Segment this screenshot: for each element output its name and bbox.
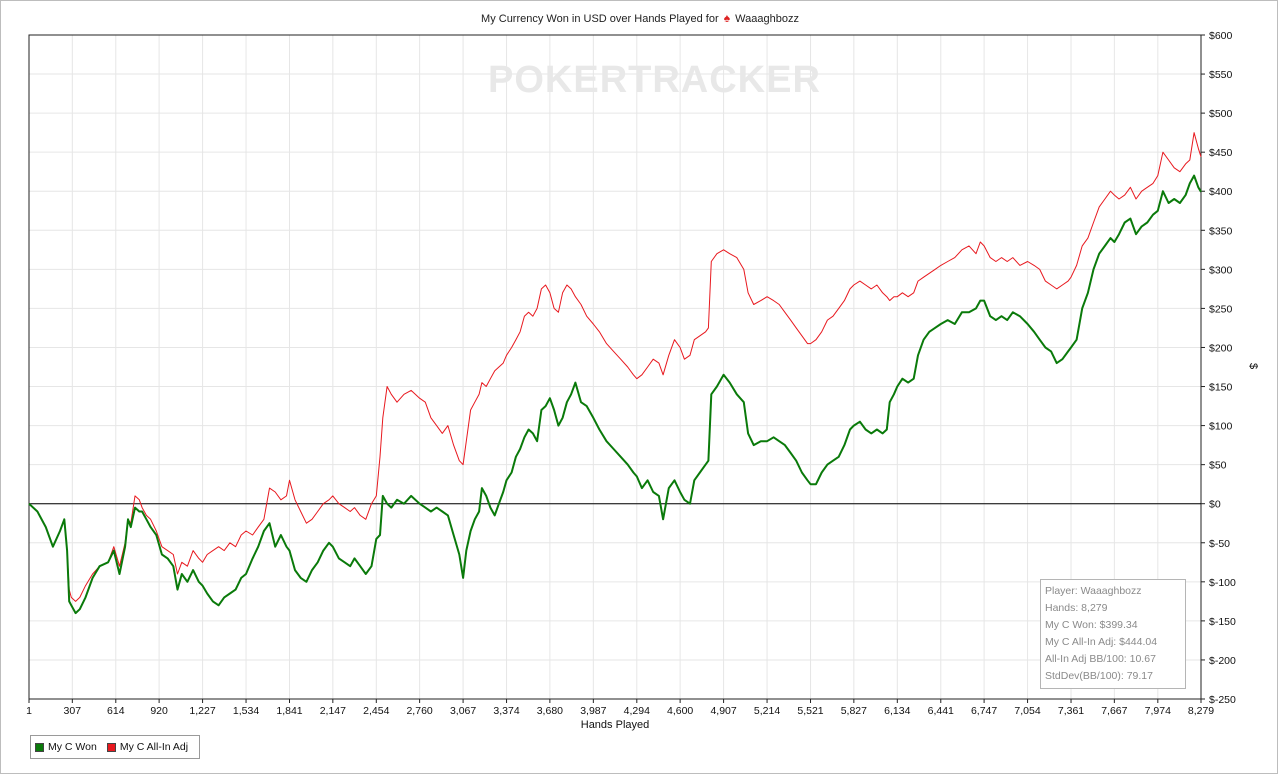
x-tick-label: 307	[64, 705, 82, 717]
legend-item-allin[interactable]: My C All-In Adj	[106, 741, 189, 753]
y-tick-label: $150	[1209, 382, 1233, 394]
x-tick-label: 8,279	[1188, 705, 1214, 717]
stats-stddev: StdDev(BB/100): 79.17	[1045, 670, 1153, 682]
x-tick-label: 3,067	[450, 705, 476, 717]
x-tick-label: 5,214	[754, 705, 780, 717]
x-tick-label: 4,907	[710, 705, 736, 717]
x-tick-label: 5,827	[841, 705, 867, 717]
legend-label-allin: My C All-In Adj	[119, 741, 189, 753]
stats-hands: Hands: 8,279	[1045, 602, 1108, 614]
y-tick-label: $-200	[1209, 655, 1236, 667]
series-line-won	[28, 174, 1202, 615]
x-tick-label: 6,134	[884, 705, 910, 717]
stats-won: My C Won: $399.34	[1045, 619, 1138, 631]
y-axis-ticks: $600 $550 $500 $450 $400 $350 $300 $250 $200 $150…	[1201, 30, 1236, 706]
x-tick-label: 4,294	[624, 705, 650, 717]
y-tick-label: $-150	[1209, 616, 1236, 628]
plot-area-border	[28, 34, 1202, 700]
y-tick-label: $100	[1209, 421, 1233, 433]
x-tick-label: 920	[150, 705, 168, 717]
y-tick-label: $550	[1209, 69, 1233, 81]
x-tick-label: 614	[107, 705, 125, 717]
x-tick-label: 1	[26, 705, 32, 717]
x-axis-ticks: 1 307 614 920 1,227 1,534 1,841 2,147 2,454 2,760…	[26, 699, 1214, 717]
x-tick-label: 2,147	[320, 705, 346, 717]
y-tick-label: $450	[1209, 147, 1233, 159]
legend-label-won: My C Won	[48, 741, 97, 753]
y-tick-label: $-50	[1209, 538, 1230, 550]
y-tick-label: $0	[1209, 499, 1221, 511]
x-tick-label: 1,841	[276, 705, 302, 717]
legend-swatch-won	[35, 742, 44, 752]
x-tick-label: 6,747	[971, 705, 997, 717]
legend-swatch-allin	[106, 742, 116, 752]
x-tick-label: 5,521	[797, 705, 823, 717]
stats-bb100: All-In Adj BB/100: 10.67	[1045, 653, 1156, 665]
y-tick-label: $50	[1209, 460, 1227, 472]
legend: My C Won My C All-In Adj	[30, 735, 200, 759]
x-tick-label: 3,987	[580, 705, 606, 717]
y-tick-label: $250	[1209, 303, 1233, 315]
y-tick-label: $600	[1209, 30, 1233, 42]
stats-allin-adj: My C All-In Adj: $444.04	[1045, 636, 1158, 648]
watermark-logo: POKERTRACKER	[488, 59, 821, 101]
x-tick-label: 7,054	[1014, 705, 1040, 717]
y-axis-label: $	[1247, 363, 1259, 369]
series-line-allin-adj	[28, 132, 1202, 602]
x-tick-label: 7,974	[1145, 705, 1171, 717]
y-tick-label: $-100	[1209, 577, 1236, 589]
x-tick-label: 1,227	[189, 705, 215, 717]
grid-lines	[28, 34, 1202, 700]
x-tick-label: 6,441	[928, 705, 954, 717]
x-tick-label: 7,667	[1101, 705, 1127, 717]
y-tick-label: $200	[1209, 342, 1233, 354]
x-tick-label: 4,600	[667, 705, 693, 717]
x-tick-label: 3,680	[537, 705, 563, 717]
y-tick-label: $300	[1209, 264, 1233, 276]
x-axis-label: Hands Played	[581, 719, 650, 731]
x-tick-label: 2,760	[406, 705, 432, 717]
x-tick-label: 2,454	[363, 705, 389, 717]
legend-item-won[interactable]: My C Won	[35, 741, 97, 753]
y-tick-label: $500	[1209, 108, 1233, 120]
x-tick-label: 3,374	[493, 705, 519, 717]
stats-box: Player: Waaaghbozz Hands: 8,279 My C Won…	[1040, 579, 1186, 689]
stats-player: Player: Waaaghbozz	[1045, 585, 1142, 597]
y-tick-label: $350	[1209, 225, 1233, 237]
series-lines	[28, 132, 1202, 615]
x-tick-label: 7,361	[1058, 705, 1084, 717]
x-tick-label: 1,534	[233, 705, 259, 717]
y-tick-label: $400	[1209, 186, 1233, 198]
